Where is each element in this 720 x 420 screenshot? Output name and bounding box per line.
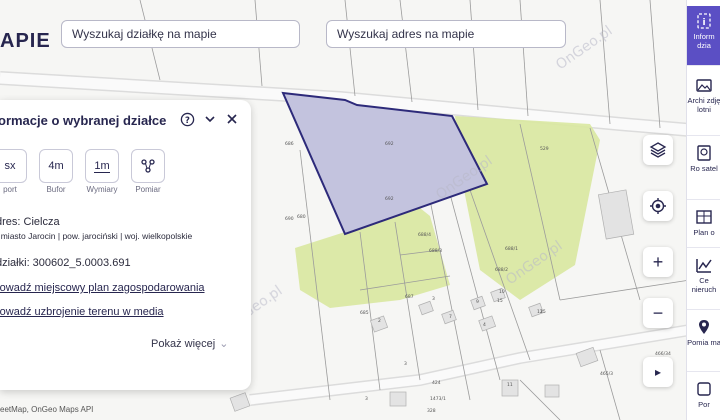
- measure-icon: [141, 159, 155, 173]
- parcel-number-label: 692: [385, 196, 394, 202]
- parcel-number-label: 424: [432, 380, 441, 386]
- tool-dimensions-button[interactable]: 1m: [85, 149, 119, 183]
- chevron-down-icon: ⌄: [219, 338, 229, 350]
- search-plot-placeholder: Wyszukaj działkę na mapie: [72, 27, 217, 41]
- plot-info-panel: ormacje o wybranej działce ? sx port 4m …: [0, 100, 251, 390]
- rail-measure-map-label: Pomia ma: [687, 338, 720, 347]
- parcel-number-label: 690: [285, 216, 294, 222]
- rail-archive-photos[interactable]: Archi zdję lotni: [687, 70, 720, 136]
- search-address-placeholder: Wyszukaj adres na mapie: [337, 27, 475, 41]
- parcel-number-label: 687: [405, 294, 414, 300]
- locate-icon: [650, 198, 666, 214]
- rail-measure-map[interactable]: Pomia ma: [687, 312, 720, 372]
- price-chart-icon: [696, 259, 712, 273]
- plot-address: dres: Cielcza: [0, 216, 60, 228]
- close-icon[interactable]: [224, 111, 240, 127]
- tool-buffer-label: Bufor: [46, 185, 66, 194]
- rail-prices[interactable]: Ce nieruch: [687, 250, 720, 310]
- tool-buffer[interactable]: 4m Bufor: [36, 149, 76, 194]
- parcel-number-label: 688/4: [418, 232, 431, 238]
- parcel-number-label: 10: [499, 289, 505, 295]
- link-utilities[interactable]: rowadź uzbrojenie terenu w media: [0, 306, 164, 318]
- parcel-number-label: 529: [540, 146, 549, 152]
- tool-report-button[interactable]: sx: [0, 149, 27, 183]
- map-attribution: eetMap, OnGeo Maps API: [0, 405, 94, 414]
- brand-logo-text: APIE: [0, 30, 51, 52]
- satellite-icon: [697, 145, 711, 161]
- rail-plot-info[interactable]: i Inform dzia: [687, 6, 720, 66]
- archive-photos-icon: [696, 79, 712, 92]
- link-zoning-plan[interactable]: rowadź miejscowy plan zagospodarowania: [0, 282, 205, 294]
- rail-prices-label: Ce nieruch: [691, 276, 717, 294]
- right-sidebar: i Inform dzia Archi zdję lotni Ro satel …: [686, 0, 720, 420]
- rail-plan[interactable]: Plan o: [687, 202, 720, 248]
- parcel-number-label: 686: [285, 141, 294, 147]
- tool-measure-label: Pomiar: [135, 185, 161, 194]
- tool-buffer-button[interactable]: 4m: [39, 149, 73, 183]
- measure-map-icon: [699, 320, 709, 334]
- parcel-number-label: 3: [432, 296, 435, 302]
- tool-dimensions-label: Wymiary: [86, 185, 118, 194]
- panel-tools: sx port 4m Bufor 1m Wymiary Pomiar: [0, 149, 168, 194]
- parcel-number-label: 4: [483, 322, 486, 328]
- show-more-button[interactable]: Pokaż więcej ⌄: [151, 337, 228, 350]
- parcel-number-label: 15: [497, 298, 503, 304]
- compare-icon: [697, 382, 711, 396]
- zoom-out-button[interactable]: −: [643, 298, 673, 328]
- rail-compare-label: Por: [698, 400, 710, 409]
- expand-button[interactable]: ▸: [643, 357, 673, 387]
- locate-button[interactable]: [643, 191, 673, 221]
- app-root: 692 692 686 680 688/4 688/3 688/2 688/1 687 685 15…: [0, 0, 720, 420]
- layers-button[interactable]: [643, 135, 673, 165]
- parcel-number-label: 688/3: [429, 248, 442, 254]
- plan-icon: [696, 210, 712, 224]
- search-address-input[interactable]: Wyszukaj adres na mapie: [326, 20, 566, 48]
- parcel-number-label: 3: [365, 396, 368, 402]
- svg-text:?: ?: [185, 114, 190, 124]
- parcel-number-label: 680: [297, 214, 306, 220]
- info-icon: i: [697, 13, 711, 29]
- rail-plot-info-label: Inform dzia: [693, 32, 715, 50]
- show-more-label: Pokaż więcej: [151, 338, 216, 350]
- layers-icon: [649, 142, 667, 158]
- parcel-number-label: 685: [360, 310, 369, 316]
- panel-title: ormacje o wybranej działce: [0, 113, 167, 128]
- parcel-number-label: 688/1: [505, 246, 518, 252]
- rail-satellite[interactable]: Ro satel: [687, 138, 720, 200]
- parcel-number-label: 1473/1: [430, 396, 446, 402]
- help-icon[interactable]: ?: [179, 111, 195, 127]
- tool-measure[interactable]: Pomiar: [128, 149, 168, 194]
- plot-location: , miasto Jarocin | pow. jarociński | woj…: [0, 231, 193, 241]
- rail-plan-label: Plan o: [693, 228, 715, 237]
- svg-text:i: i: [702, 18, 705, 28]
- zoom-in-button[interactable]: +: [643, 247, 673, 277]
- rail-satellite-label: Ro satel: [690, 164, 718, 173]
- parcel-number-label: 328: [427, 408, 436, 414]
- tool-dimensions-value: 1m: [94, 159, 110, 173]
- parcel-number-label: 465/3: [600, 371, 613, 377]
- parcel-number-label: 9: [476, 299, 479, 305]
- tool-measure-button[interactable]: [131, 149, 165, 183]
- tool-report-label: port: [3, 185, 17, 194]
- tool-report[interactable]: sx port: [0, 149, 30, 194]
- parcel-number-label: 7: [449, 314, 452, 320]
- parcel-number-label: 692: [385, 141, 394, 147]
- collapse-chevron-icon[interactable]: [202, 111, 218, 127]
- search-plot-input[interactable]: Wyszukaj działkę na mapie: [61, 20, 300, 48]
- rail-compare[interactable]: Por: [687, 374, 720, 420]
- parcel-number-label: 3: [404, 361, 407, 367]
- rail-archive-photos-label: Archi zdję lotni: [687, 96, 720, 114]
- parcel-number-label: 12: [537, 309, 543, 315]
- parcel-number-label: 2: [378, 318, 381, 324]
- parcel-number-label: 11: [507, 382, 513, 388]
- plot-id: działki: 300602_5.0003.691: [0, 257, 131, 269]
- tool-dimensions[interactable]: 1m Wymiary: [82, 149, 122, 194]
